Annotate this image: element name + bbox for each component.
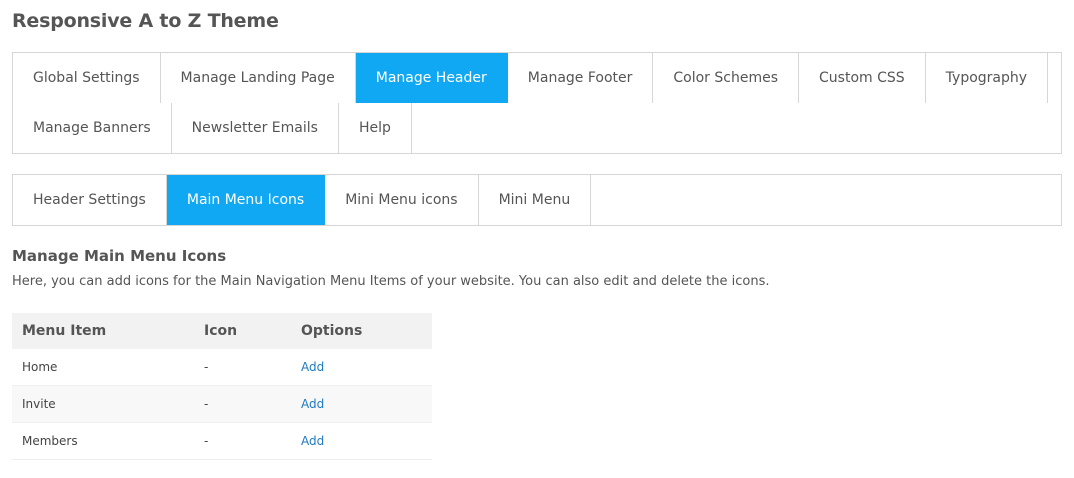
page-title: Responsive A to Z Theme <box>12 10 279 32</box>
add-icon-link[interactable]: Add <box>301 397 324 411</box>
subtab-mini-menu[interactable]: Mini Menu <box>479 175 592 225</box>
tab-manage-banners[interactable]: Manage Banners <box>13 103 172 153</box>
section-description: Here, you can add icons for the Main Nav… <box>12 274 770 289</box>
tab-typography[interactable]: Typography <box>926 53 1049 103</box>
menu-item-icon: - <box>194 385 291 423</box>
menu-item-name: Invite <box>12 385 194 423</box>
tab-help[interactable]: Help <box>339 103 412 153</box>
sub-tabs: Header Settings Main Menu Icons Mini Men… <box>12 174 1062 226</box>
menu-item-icon: - <box>194 349 291 386</box>
menu-item-options: Add <box>291 349 432 386</box>
table-row: Home - Add <box>12 349 432 386</box>
sub-tabs-row: Header Settings Main Menu Icons Mini Men… <box>13 175 1061 225</box>
table-row: Invite - Add <box>12 385 432 423</box>
menu-item-options: Add <box>291 385 432 423</box>
tab-manage-footer[interactable]: Manage Footer <box>508 53 654 103</box>
add-icon-link[interactable]: Add <box>301 434 324 448</box>
table-row: Members - Add <box>12 422 432 460</box>
menu-item-name: Members <box>12 422 194 460</box>
tab-color-schemes[interactable]: Color Schemes <box>653 53 800 103</box>
main-tabs: Global Settings Manage Landing Page Mana… <box>12 52 1062 154</box>
subtab-header-settings[interactable]: Header Settings <box>13 175 167 225</box>
add-icon-link[interactable]: Add <box>301 360 324 374</box>
tab-custom-css[interactable]: Custom CSS <box>799 53 926 103</box>
menu-item-name: Home <box>12 349 194 386</box>
tab-manage-landing-page[interactable]: Manage Landing Page <box>161 53 356 103</box>
section-title: Manage Main Menu Icons <box>12 247 227 265</box>
menu-item-icon: - <box>194 422 291 460</box>
menu-item-options: Add <box>291 422 432 460</box>
subtab-mini-menu-icons[interactable]: Mini Menu icons <box>325 175 479 225</box>
main-tabs-row-2: Manage Banners Newsletter Emails Help <box>13 103 1061 153</box>
main-tabs-row-1: Global Settings Manage Landing Page Mana… <box>13 53 1061 103</box>
menu-icons-table: Menu Item Icon Options Home - Add Invite… <box>12 313 432 460</box>
column-header-menu-item: Menu Item <box>12 313 194 349</box>
column-header-options: Options <box>291 313 432 349</box>
column-header-icon: Icon <box>194 313 291 349</box>
tab-global-settings[interactable]: Global Settings <box>13 53 161 103</box>
subtab-main-menu-icons[interactable]: Main Menu Icons <box>166 175 326 225</box>
table-header-row: Menu Item Icon Options <box>12 313 432 349</box>
tab-newsletter-emails[interactable]: Newsletter Emails <box>172 103 339 153</box>
tab-manage-header[interactable]: Manage Header <box>355 53 508 103</box>
